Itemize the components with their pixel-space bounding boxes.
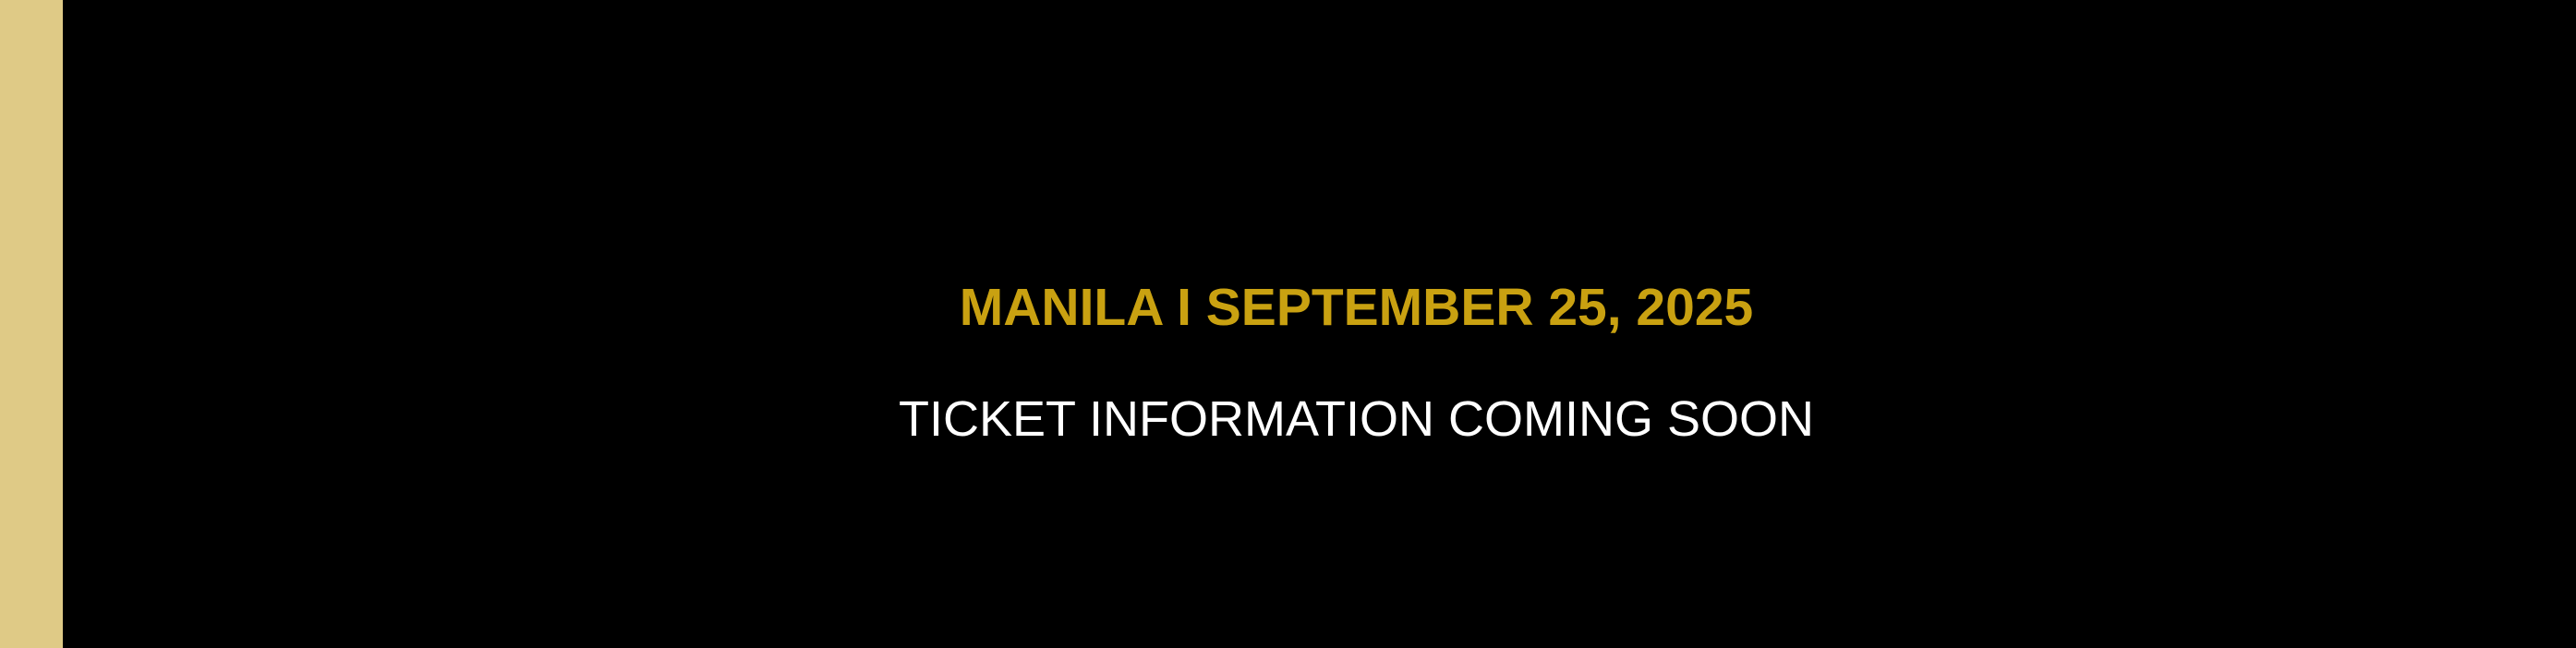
ticket-info-notice: TICKET INFORMATION COMING SOON: [898, 391, 1814, 447]
event-banner: MANILA I SEPTEMBER 25, 2025 TICKET INFOR…: [0, 0, 2576, 648]
banner-content: MANILA I SEPTEMBER 25, 2025 TICKET INFOR…: [0, 0, 2576, 648]
event-location-date: MANILA I SEPTEMBER 25, 2025: [959, 278, 1754, 337]
